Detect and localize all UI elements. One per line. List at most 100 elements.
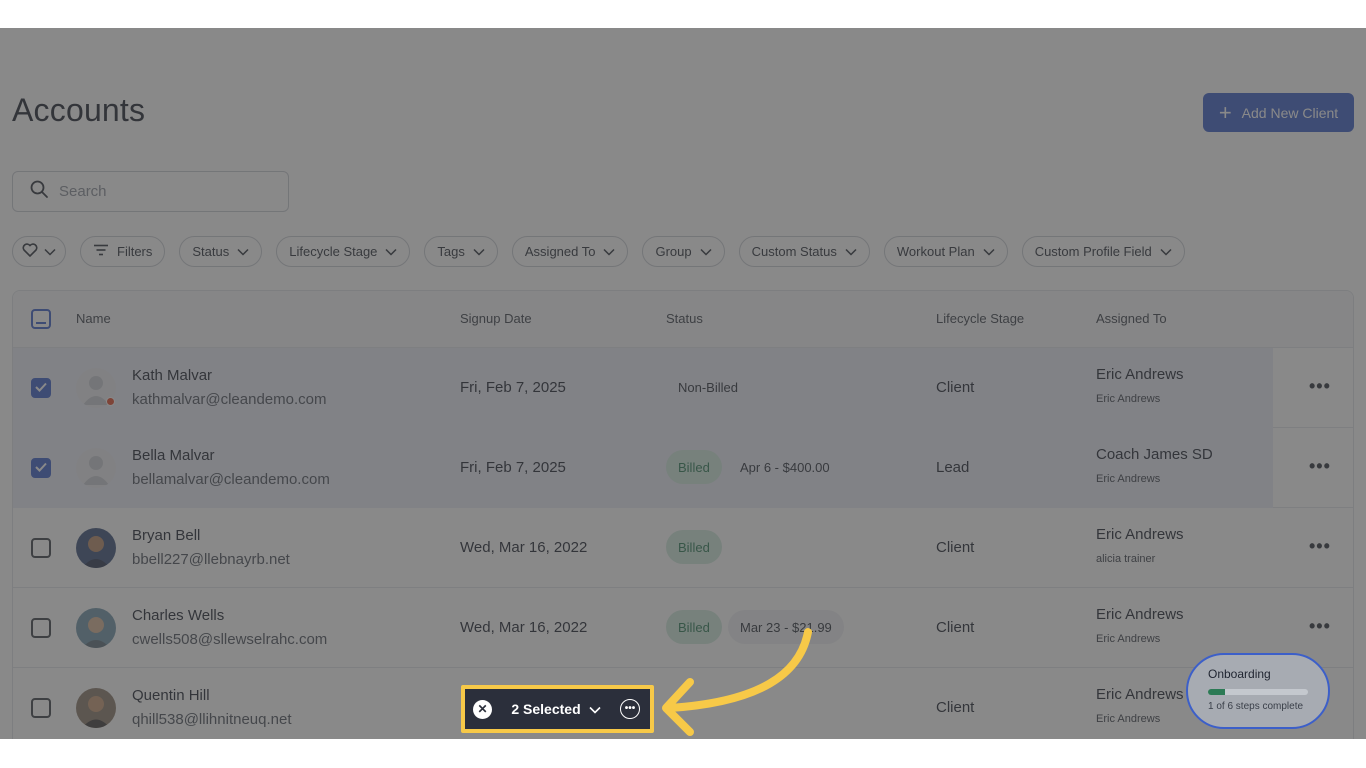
custom-profile-field-filter[interactable]: Custom Profile Field bbox=[1021, 236, 1185, 267]
chip-label: Workout Plan bbox=[896, 244, 975, 259]
check-icon bbox=[35, 459, 47, 477]
table-row[interactable]: Bryan Bell bbell227@llebnayrb.net Wed, M… bbox=[13, 508, 1353, 588]
chevron-down-icon bbox=[1160, 244, 1172, 259]
assigned-to: Eric Andrews bbox=[1096, 526, 1184, 543]
row-checkbox[interactable] bbox=[31, 698, 51, 718]
more-horizontal-icon[interactable]: ••• bbox=[1309, 456, 1331, 477]
signup-date: Wed, Mar 16, 2022 bbox=[460, 619, 588, 636]
chip-label: Lifecycle Stage bbox=[289, 244, 378, 259]
column-name[interactable]: Name bbox=[76, 311, 111, 326]
chip-label: Status bbox=[192, 244, 230, 259]
chip-label: Tags bbox=[437, 244, 465, 259]
favorites-filter[interactable] bbox=[12, 236, 66, 267]
assigned-to-secondary: Eric Andrews bbox=[1096, 713, 1161, 725]
more-horizontal-icon[interactable]: ••• bbox=[1309, 536, 1331, 557]
assigned-to: Eric Andrews bbox=[1096, 606, 1184, 623]
client-name[interactable]: Kath Malvar bbox=[132, 367, 212, 384]
avatar[interactable] bbox=[76, 688, 116, 728]
minus-icon bbox=[36, 312, 46, 327]
more-horizontal-icon[interactable]: ••• bbox=[1309, 376, 1331, 397]
client-name[interactable]: Bryan Bell bbox=[132, 527, 200, 544]
billing-info: Apr 6 - $400.00 bbox=[740, 459, 830, 475]
lifecycle-stage: Lead bbox=[936, 459, 970, 476]
lifecycle-stage: Client bbox=[936, 699, 975, 716]
search-placeholder: Search bbox=[59, 183, 107, 200]
lifecycle-stage-filter[interactable]: Lifecycle Stage bbox=[276, 236, 411, 267]
table-row[interactable]: Kath Malvar kathmalvar@cleandemo.com Fri… bbox=[13, 348, 1353, 428]
workout-plan-filter[interactable]: Workout Plan bbox=[883, 236, 1008, 267]
row-checkbox[interactable] bbox=[31, 618, 51, 638]
column-status[interactable]: Status bbox=[666, 311, 703, 326]
more-actions-icon[interactable]: ••• bbox=[619, 699, 640, 719]
check-icon bbox=[35, 379, 47, 397]
lifecycle-stage: Client bbox=[936, 619, 975, 636]
chip-label: Custom Status bbox=[751, 244, 837, 259]
status-dot bbox=[106, 397, 115, 406]
close-icon[interactable]: ✕ bbox=[473, 699, 492, 719]
heart-icon bbox=[22, 243, 38, 260]
client-email: qhill538@llihnitneuq.net bbox=[132, 711, 292, 728]
page-title: Accounts bbox=[12, 92, 146, 128]
client-name[interactable]: Charles Wells bbox=[132, 607, 224, 624]
row-checkbox[interactable] bbox=[31, 538, 51, 558]
assigned-to-secondary: Eric Andrews bbox=[1096, 633, 1161, 645]
chevron-down-icon bbox=[237, 244, 249, 259]
status-badge: Non-Billed bbox=[678, 379, 738, 395]
row-highlight bbox=[13, 348, 1273, 428]
tags-filter[interactable]: Tags bbox=[424, 236, 498, 267]
column-assigned-to[interactable]: Assigned To bbox=[1096, 311, 1167, 326]
group-filter[interactable]: Group bbox=[642, 236, 725, 267]
client-email: bellamalvar@cleandemo.com bbox=[132, 471, 330, 488]
plus-icon: + bbox=[1218, 99, 1232, 125]
assigned-to-secondary: Eric Andrews bbox=[1096, 393, 1161, 405]
filters-label: Filters bbox=[117, 244, 153, 259]
onboarding-progress-fill bbox=[1208, 689, 1225, 695]
add-new-client-label: Add New Client bbox=[1241, 104, 1339, 121]
assigned-to-filter[interactable]: Assigned To bbox=[511, 236, 629, 267]
add-new-client-button[interactable]: + Add New Client bbox=[1203, 93, 1354, 132]
row-checkbox[interactable] bbox=[31, 378, 51, 398]
avatar[interactable] bbox=[76, 528, 116, 568]
filter-lines-icon bbox=[93, 244, 109, 259]
custom-status-filter[interactable]: Custom Status bbox=[738, 236, 870, 267]
client-email: cwells508@sllewselrahc.com bbox=[132, 631, 328, 648]
onboarding-widget[interactable]: Onboarding 1 of 6 steps complete bbox=[1186, 653, 1330, 729]
client-name[interactable]: Bella Malvar bbox=[132, 447, 215, 464]
selection-count: 2 Selected bbox=[511, 701, 581, 717]
client-email: kathmalvar@cleandemo.com bbox=[132, 391, 327, 408]
table-row[interactable]: Bella Malvar bellamalvar@cleandemo.com F… bbox=[13, 428, 1353, 508]
chip-label: Custom Profile Field bbox=[1034, 244, 1152, 259]
chevron-down-icon bbox=[473, 244, 485, 259]
status-badge: Billed bbox=[666, 450, 722, 484]
assigned-to-secondary: alicia trainer bbox=[1096, 553, 1156, 565]
column-lifecycle-stage[interactable]: Lifecycle Stage bbox=[936, 311, 1024, 326]
app-screen: Accounts + Add New Client Search Filters… bbox=[0, 28, 1366, 739]
select-all-checkbox[interactable] bbox=[31, 309, 51, 329]
assigned-to: Eric Andrews bbox=[1096, 366, 1184, 383]
row-highlight bbox=[13, 428, 1273, 508]
avatar[interactable] bbox=[76, 608, 116, 648]
signup-date: Fri, Feb 7, 2025 bbox=[460, 459, 566, 476]
table-header: Name Signup Date Status Lifecycle Stage … bbox=[13, 291, 1353, 348]
search-icon bbox=[29, 179, 49, 204]
more-horizontal-icon[interactable]: ••• bbox=[1309, 616, 1331, 637]
chevron-down-icon bbox=[700, 244, 712, 259]
column-signup-date[interactable]: Signup Date bbox=[460, 311, 532, 326]
chevron-down-icon bbox=[983, 244, 995, 259]
chevron-down-icon bbox=[603, 244, 616, 259]
client-name[interactable]: Quentin Hill bbox=[132, 687, 210, 704]
assigned-to: Eric Andrews bbox=[1096, 686, 1184, 703]
filters-button[interactable]: Filters bbox=[80, 236, 166, 267]
status-filter[interactable]: Status bbox=[179, 236, 263, 267]
signup-date: Fri, Feb 7, 2025 bbox=[460, 379, 566, 396]
selection-dropdown[interactable]: 2 Selected bbox=[511, 701, 601, 717]
row-checkbox[interactable] bbox=[31, 458, 51, 478]
signup-date: Wed, Mar 16, 2022 bbox=[460, 539, 588, 556]
chip-label: Assigned To bbox=[524, 244, 596, 259]
onboarding-title: Onboarding bbox=[1208, 667, 1271, 681]
onboarding-steps-text: 1 of 6 steps complete bbox=[1208, 701, 1304, 712]
chevron-down-icon bbox=[589, 701, 601, 717]
onboarding-progress-bar bbox=[1208, 689, 1308, 695]
search-input[interactable]: Search bbox=[12, 171, 289, 212]
avatar[interactable] bbox=[76, 448, 116, 488]
